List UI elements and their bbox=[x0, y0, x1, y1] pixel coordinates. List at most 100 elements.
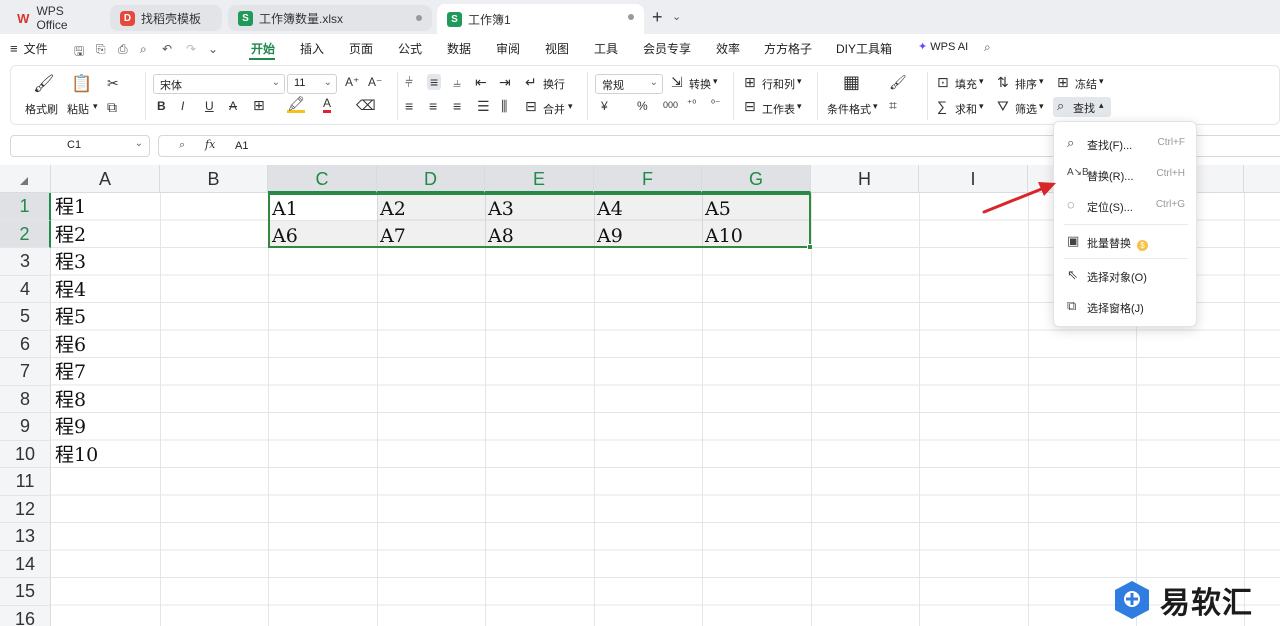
search-icon[interactable]: ⌕ bbox=[984, 40, 991, 55]
row-header-14[interactable]: 14 bbox=[0, 550, 51, 578]
row-header-8[interactable]: 8 bbox=[0, 385, 51, 413]
underline-icon[interactable]: U bbox=[205, 99, 214, 113]
fill-icon[interactable]: ⊡ bbox=[937, 74, 949, 91]
sum-icon[interactable]: ∑ bbox=[937, 98, 947, 114]
row-header-7[interactable]: 7 bbox=[0, 358, 51, 386]
sort-icon[interactable]: ⇅ bbox=[997, 74, 1009, 91]
menu-wps-ai[interactable]: ✦ WPS AI bbox=[918, 40, 968, 53]
font-color-icon[interactable]: A bbox=[323, 97, 332, 113]
cell-d2[interactable]: A7 bbox=[377, 222, 406, 250]
clear-format-icon[interactable]: ⌫ bbox=[356, 97, 376, 114]
zoom-icon[interactable]: ⌕ bbox=[179, 139, 185, 152]
menu-formula[interactable]: 公式 bbox=[398, 40, 422, 57]
row-header-1[interactable]: 1 bbox=[0, 193, 51, 221]
format-painter-button[interactable]: 格式刷 bbox=[25, 101, 58, 117]
merge-dropdown-icon[interactable]: ▾ bbox=[568, 101, 573, 112]
name-box[interactable]: C1 ⌄ bbox=[10, 135, 150, 157]
format-painter-icon[interactable]: 🖌 bbox=[33, 74, 55, 94]
conditional-format-icon[interactable]: ▦ bbox=[843, 72, 860, 93]
paste-icon[interactable]: 📋 bbox=[71, 74, 92, 94]
column-header-g[interactable]: G bbox=[702, 165, 811, 193]
align-middle-icon[interactable]: ≡ bbox=[427, 74, 442, 90]
row-header-3[interactable]: 3 bbox=[0, 248, 51, 276]
row-header-12[interactable]: 12 bbox=[0, 495, 51, 523]
align-top-icon[interactable]: ⫩ bbox=[405, 74, 413, 91]
cell-a2[interactable]: 程2 bbox=[52, 221, 86, 249]
cell-a10[interactable]: 程10 bbox=[52, 441, 98, 469]
menu-item-batch-replace[interactable]: ▣ 批量替换 $ bbox=[1054, 228, 1198, 254]
menu-diy-toolbox[interactable]: DIY工具箱 bbox=[836, 40, 892, 57]
cell-c1[interactable]: A1 bbox=[269, 195, 298, 223]
cut-icon[interactable]: ✂ bbox=[107, 75, 119, 92]
rows-cols-button[interactable]: 行和列 bbox=[762, 76, 795, 92]
menu-fangfang[interactable]: 方方格子 bbox=[764, 40, 812, 57]
cell-g1[interactable]: A5 bbox=[702, 195, 731, 223]
menu-insert[interactable]: 插入 bbox=[300, 40, 324, 57]
wrap-button[interactable]: 换行 bbox=[543, 76, 565, 92]
cell-a6[interactable]: 程6 bbox=[52, 331, 86, 359]
column-header-f[interactable]: F bbox=[594, 165, 702, 193]
column-header-l[interactable] bbox=[1244, 165, 1280, 193]
tab-workbook1[interactable]: S 工作簿1 bbox=[437, 4, 644, 34]
find-button[interactable]: ⌕ 查找 ▴ bbox=[1053, 97, 1111, 117]
cell-f2[interactable]: A9 bbox=[594, 222, 623, 250]
menu-item-selection-pane[interactable]: ⧉ 选择窗格(J) bbox=[1054, 293, 1198, 319]
more-chevron-icon[interactable]: ⌄ bbox=[208, 42, 218, 56]
align-right-icon[interactable]: ≡ bbox=[453, 98, 461, 114]
cell-f1[interactable]: A4 bbox=[594, 195, 623, 223]
menu-review[interactable]: 审阅 bbox=[496, 40, 520, 57]
row-header-16[interactable]: 16 bbox=[0, 605, 51, 626]
font-size-select[interactable]: 11 ⌄ bbox=[287, 74, 337, 94]
cell-a5[interactable]: 程5 bbox=[52, 303, 86, 331]
worksheet-dropdown-icon[interactable]: ▾ bbox=[797, 101, 802, 112]
fill-button[interactable]: 填充 bbox=[955, 76, 977, 92]
row-header-5[interactable]: 5 bbox=[0, 303, 51, 331]
convert-dropdown-icon[interactable]: ▾ bbox=[713, 76, 718, 87]
rows-cols-dropdown-icon[interactable]: ▾ bbox=[797, 76, 802, 87]
cell-d1[interactable]: A2 bbox=[377, 195, 406, 223]
select-all-corner[interactable] bbox=[0, 165, 51, 193]
cell-a7[interactable]: 程7 bbox=[52, 358, 86, 386]
cell-a3[interactable]: 程3 bbox=[52, 248, 86, 276]
cell-format-icon[interactable]: ⌗ bbox=[889, 97, 897, 114]
tab-docer-templates[interactable]: D 找稻壳模板 bbox=[110, 5, 222, 31]
decrease-indent-icon[interactable]: ⇤ bbox=[475, 74, 487, 91]
menu-item-replace[interactable]: A↘B 替换(R)... Ctrl+H bbox=[1054, 161, 1198, 187]
number-format-select[interactable]: 常规 ⌄ bbox=[595, 74, 663, 94]
print-preview-icon[interactable]: ⌕ bbox=[140, 42, 147, 57]
sort-dropdown-icon[interactable]: ▾ bbox=[1039, 76, 1044, 87]
row-header-4[interactable]: 4 bbox=[0, 275, 51, 303]
merge-button[interactable]: 合并 bbox=[543, 101, 565, 117]
distribute-icon[interactable]: ⫼ bbox=[501, 98, 507, 115]
rows-cols-icon[interactable]: ⊞ bbox=[744, 74, 756, 91]
copy-icon[interactable]: ⧉ bbox=[107, 99, 117, 116]
thousands-icon[interactable]: 000 bbox=[663, 100, 678, 110]
menu-efficiency[interactable]: 效率 bbox=[716, 40, 740, 57]
row-header-15[interactable]: 15 bbox=[0, 578, 51, 606]
hamburger-icon[interactable]: ≡ bbox=[10, 41, 18, 56]
row-header-13[interactable]: 13 bbox=[0, 523, 51, 551]
column-header-c[interactable]: C bbox=[268, 165, 377, 193]
column-header-e[interactable]: E bbox=[485, 165, 594, 193]
freeze-dropdown-icon[interactable]: ▾ bbox=[1099, 76, 1104, 87]
cell-c2[interactable]: A6 bbox=[269, 222, 298, 250]
font-name-select[interactable]: 宋体 ⌄ bbox=[153, 74, 285, 94]
cell-style-icon[interactable]: 🖌 bbox=[889, 74, 907, 91]
worksheet-button[interactable]: 工作表 bbox=[762, 101, 795, 117]
filter-dropdown-icon[interactable]: ▾ bbox=[1039, 101, 1044, 112]
cell-g2[interactable]: A10 bbox=[702, 222, 743, 250]
justify-icon[interactable]: ☰ bbox=[477, 98, 490, 115]
menu-file[interactable]: 文件 bbox=[24, 40, 48, 57]
freeze-icon[interactable]: ⊞ bbox=[1057, 74, 1069, 91]
menu-member[interactable]: 会员专享 bbox=[643, 40, 691, 57]
row-header-2[interactable]: 2 bbox=[0, 220, 51, 248]
freeze-button[interactable]: 冻结 bbox=[1075, 76, 1097, 92]
wrap-icon[interactable]: ↵ bbox=[525, 74, 537, 91]
align-center-icon[interactable]: ≡ bbox=[429, 98, 437, 114]
increase-font-icon[interactable]: A⁺ bbox=[345, 75, 359, 89]
italic-icon[interactable]: I bbox=[181, 99, 184, 113]
cell-e2[interactable]: A8 bbox=[485, 222, 514, 250]
menu-data[interactable]: 数据 bbox=[447, 40, 471, 57]
align-left-icon[interactable]: ≡ bbox=[405, 98, 413, 114]
menu-tools[interactable]: 工具 bbox=[594, 40, 618, 57]
